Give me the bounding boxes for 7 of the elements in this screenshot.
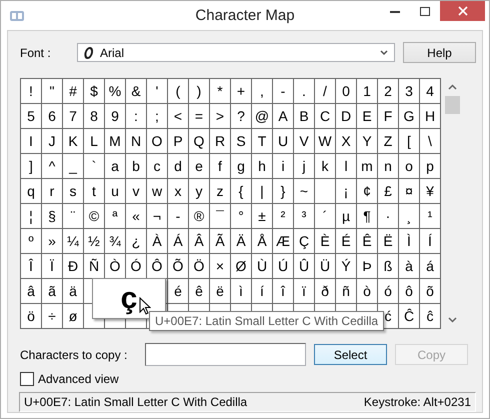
font-label: Font : — [20, 46, 52, 60]
characters-to-copy-label: Characters to copy : — [20, 348, 128, 362]
advanced-view-label: Advanced view — [38, 372, 119, 386]
keystroke-text: Keystroke: Alt+0231 — [364, 395, 471, 409]
window-title: Character Map — [194, 7, 296, 24]
tooltip: U+00E7: Latin Small Letter C With Cedilla — [149, 311, 384, 331]
character-description: U+00E7: Latin Small Letter C With Cedilla — [24, 395, 248, 409]
